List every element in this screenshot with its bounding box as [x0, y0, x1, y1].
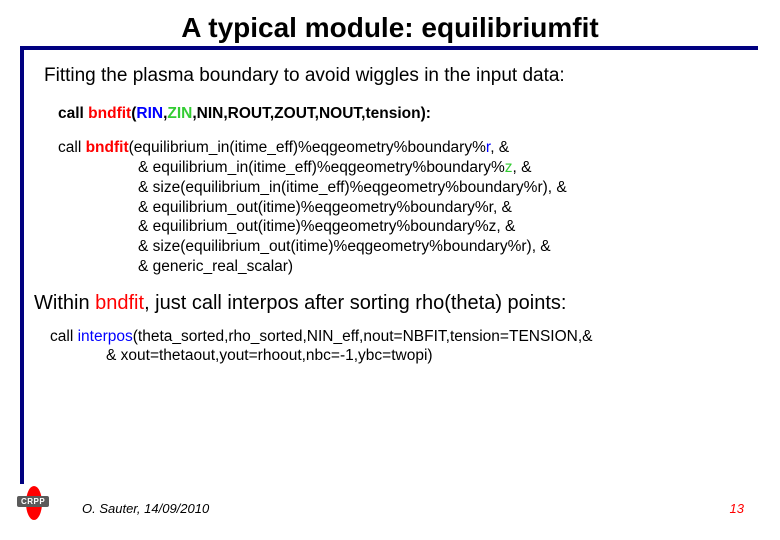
within-a: Within [34, 292, 95, 314]
code-block-2: call bndfit(equilibrium_in(itime_eff)%eq… [58, 138, 750, 277]
footer-author: O. Sauter, 14/09/2010 [82, 501, 209, 516]
slide-title: A typical module: equilibriumfit [40, 0, 740, 44]
c2l1fn: bndfit [86, 139, 129, 156]
code1-a1: RIN [136, 105, 163, 122]
footer: CRPP O. Sauter, 14/09/2010 13 [0, 490, 780, 520]
c3l1a: call [50, 328, 78, 345]
within-b: bndfit [95, 292, 144, 314]
c2l7: & generic_real_scalar) [58, 257, 750, 277]
c2l1a: call [58, 139, 86, 156]
logo: CRPP [14, 486, 54, 520]
c2l2a: & equilibrium_in(itime_eff)%eqgeometry%b… [138, 159, 505, 176]
c2l1c: , & [490, 139, 509, 156]
logo-label: CRPP [17, 496, 49, 507]
footer-page-number: 13 [730, 501, 744, 516]
title-underline [22, 46, 758, 50]
code1-a2: ZIN [167, 105, 192, 122]
c3l1fn: interpos [78, 328, 133, 345]
code1-fn: bndfit [88, 105, 131, 122]
c2l1b: (equilibrium_in(itime_eff)%eqgeometry%bo… [129, 139, 486, 156]
c2l4: & equilibrium_out(itime)%eqgeometry%boun… [58, 198, 750, 218]
c3l1b: (theta_sorted,rho_sorted,NIN_eff,nout=NB… [133, 328, 593, 345]
code1-pre: call [58, 105, 88, 122]
c2l5: & equilibrium_out(itime)%eqgeometry%boun… [58, 217, 750, 237]
content-area: Fitting the plasma boundary to avoid wig… [44, 64, 750, 366]
c3l2: & xout=thetaout,yout=rhoout,nbc=-1,ybc=t… [50, 346, 750, 366]
within-line: Within bndfit, just call interpos after … [34, 291, 750, 317]
within-c: , just call interpos after sorting rho(t… [144, 292, 566, 314]
c2l2c: , & [512, 159, 531, 176]
code1-rest: ,NIN,ROUT,ZOUT,NOUT,tension): [192, 105, 431, 122]
c2l3: & size(equilibrium_in(itime_eff)%eqgeome… [58, 178, 750, 198]
vertical-rule [20, 46, 24, 484]
c2l6: & size(equilibrium_out(itime)%eqgeometry… [58, 237, 750, 257]
code-block-1: call bndfit(RIN,ZIN,NIN,ROUT,ZOUT,NOUT,t… [58, 104, 750, 124]
intro-text: Fitting the plasma boundary to avoid wig… [44, 64, 750, 88]
code-block-3: call interpos(theta_sorted,rho_sorted,NI… [50, 327, 750, 367]
